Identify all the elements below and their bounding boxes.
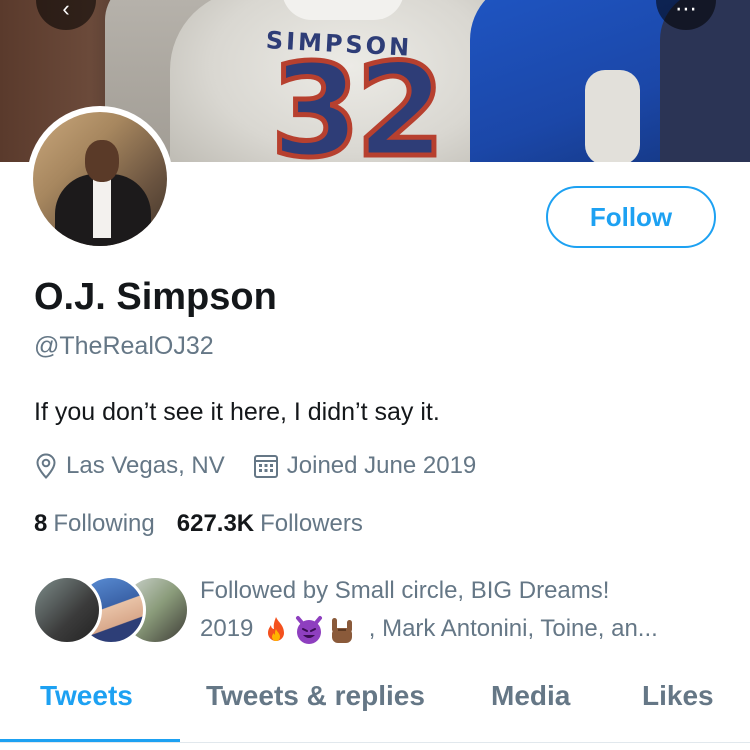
followed-by-line2-suffix: , Mark Antonini, Toine, an...: [368, 615, 658, 642]
followers-label: Followers: [260, 510, 363, 537]
followed-by-avatars[interactable]: [32, 575, 190, 645]
following-count: 8: [34, 510, 48, 537]
followers-count: 627.3K: [176, 510, 255, 537]
location-item: Las Vegas, NV: [34, 452, 225, 480]
profile-handle: @TheRealOJ32: [34, 332, 214, 360]
profile-bio: If you don’t see it here, I didn’t say i…: [34, 398, 440, 426]
followed-by-line2-prefix: 2019: [200, 615, 254, 642]
following-stat[interactable]: 8 Following: [34, 510, 155, 538]
followed-by-line1: Followed by Small circle, BIG Dreams!: [200, 577, 610, 604]
location-text: Las Vegas, NV: [66, 452, 225, 479]
follower-avatar: [32, 575, 102, 645]
sign-of-horns-icon: [332, 617, 353, 643]
more-dots-icon: ⋯: [675, 0, 697, 21]
tab-tweets-and-replies[interactable]: Tweets & replies: [206, 680, 425, 712]
fire-icon: [268, 616, 285, 641]
followers-stat[interactable]: 627.3K Followers: [177, 510, 363, 538]
jersey-number-text: 32: [268, 37, 447, 162]
tab-media[interactable]: Media: [491, 680, 570, 712]
back-arrow-icon: ‹: [62, 0, 70, 21]
smiling-devil-icon: [296, 615, 323, 644]
profile-name: O.J. Simpson: [34, 276, 277, 318]
followed-by-text[interactable]: Followed by Small circle, BIG Dreams! 20…: [200, 572, 720, 648]
profile-meta: Las Vegas, NV Joined June 2019: [34, 452, 504, 480]
tabs-divider: [0, 742, 750, 743]
followed-by-line2: 2019 , Mark Antonini, Toine, an...: [200, 610, 720, 648]
back-button[interactable]: ‹: [36, 0, 96, 30]
calendar-icon: [253, 453, 279, 479]
joined-text: Joined June 2019: [286, 452, 477, 479]
tab-likes[interactable]: Likes: [642, 680, 714, 712]
following-label: Following: [53, 510, 155, 537]
tab-tweets[interactable]: Tweets: [40, 680, 133, 712]
follow-button[interactable]: Follow: [546, 186, 716, 248]
profile-stats: 8 Following 627.3K Followers: [34, 510, 385, 538]
joined-item: Joined June 2019: [253, 452, 477, 480]
profile-avatar[interactable]: [27, 106, 173, 252]
location-pin-icon: [34, 453, 58, 479]
emoji-group: [262, 615, 360, 645]
